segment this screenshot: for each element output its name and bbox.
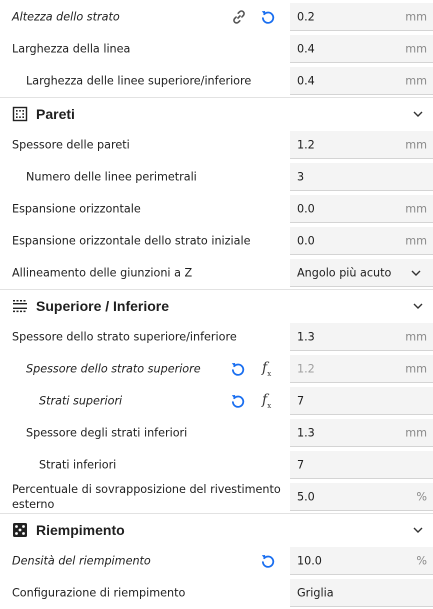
wall-thickness-value: 1.2 [297, 138, 315, 151]
top-bottom-icon [13, 300, 27, 313]
function-icon[interactable]: fx [262, 392, 271, 410]
wall-line-count-value: 3 [297, 170, 305, 183]
infill-density-unit: % [416, 554, 427, 567]
top-bottom-thickness-unit: mm [405, 330, 427, 343]
infill-pattern-value: Griglia [297, 586, 334, 599]
chevron-down-icon[interactable] [411, 299, 425, 313]
reset-icon[interactable] [230, 393, 246, 409]
bottom-layers-value: 7 [297, 458, 305, 471]
initial-layer-expansion-input[interactable]: 0.0 mm [290, 227, 433, 255]
layer-height-label: Altezza dello strato [12, 10, 120, 24]
setting-layer-height: Altezza dello strato 0.2 mm [0, 1, 433, 33]
setting-line-width: Larghezza della linea 0.4 mm [0, 33, 433, 65]
z-seam-alignment-label: Allineamento delle giunzioni a Z [12, 266, 193, 280]
setting-top-bottom-line-width: Larghezza delle linee superiore/inferior… [0, 65, 433, 97]
section-title-walls: Pareti [36, 106, 75, 122]
setting-skin-overlap: Percentuale di sovrapposizione del rives… [0, 481, 433, 513]
reset-icon[interactable] [260, 553, 276, 569]
infill-density-value: 10.0 [297, 554, 322, 567]
setting-top-thickness: Spessore dello strato superiore fx 1.2 m… [0, 353, 433, 385]
layer-height-unit: mm [405, 10, 427, 23]
setting-bottom-layers: Strati inferiori 7 [0, 449, 433, 481]
setting-z-seam-alignment: Allineamento delle giunzioni a Z Angolo … [0, 257, 433, 289]
infill-pattern-select[interactable]: Griglia [290, 579, 433, 607]
initial-layer-expansion-unit: mm [405, 234, 427, 247]
initial-layer-expansion-label: Espansione orizzontale dello strato iniz… [12, 234, 251, 248]
function-icon[interactable]: fx [262, 360, 271, 378]
top-thickness-label: Spessore dello strato superiore [26, 362, 201, 376]
walls-icon [12, 106, 28, 122]
setting-top-layers: Strati superiori fx 7 [0, 385, 433, 417]
horizontal-expansion-unit: mm [405, 202, 427, 215]
skin-overlap-input[interactable]: 5.0 % [290, 483, 433, 511]
infill-pattern-label: Configurazione di riempimento [12, 586, 186, 600]
setting-initial-layer-expansion: Espansione orizzontale dello strato iniz… [0, 225, 433, 257]
setting-wall-thickness: Spessore delle pareti 1.2 mm [0, 129, 433, 161]
z-seam-alignment-value: Angolo più acuto [297, 266, 392, 279]
initial-layer-expansion-value: 0.0 [297, 234, 315, 247]
top-thickness-input[interactable]: 1.2 mm [290, 355, 433, 383]
skin-overlap-label-line1: Percentuale di sovrapposizione del rives… [12, 483, 281, 496]
setting-top-bottom-thickness: Spessore dello strato superiore/inferior… [0, 321, 433, 353]
wall-thickness-unit: mm [405, 138, 427, 151]
skin-overlap-unit: % [416, 490, 427, 503]
top-bottom-thickness-label: Spessore dello strato superiore/inferior… [12, 330, 237, 344]
setting-infill-density: Densità del riempimento 10.0 % [0, 545, 433, 577]
wall-line-count-label: Numero delle linee perimetrali [26, 170, 197, 184]
chevron-down-icon [411, 270, 421, 276]
section-title-infill: Riempimento [36, 522, 125, 538]
wall-thickness-input[interactable]: 1.2 mm [290, 131, 433, 159]
infill-density-input[interactable]: 10.0 % [290, 547, 433, 575]
setting-wall-line-count: Numero delle linee perimetrali 3 [0, 161, 433, 193]
top-bottom-line-width-label: Larghezza delle linee superiore/inferior… [26, 74, 252, 88]
top-bottom-line-width-value: 0.4 [297, 74, 315, 87]
skin-overlap-label: Percentuale di sovrapposizione del rives… [12, 482, 281, 512]
line-width-input[interactable]: 0.4 mm [290, 35, 433, 63]
infill-density-label: Densità del riempimento [12, 554, 151, 568]
wall-thickness-label: Spessore delle pareti [12, 138, 130, 152]
section-header-walls[interactable]: Pareti [0, 97, 433, 130]
setting-infill-pattern: Configurazione di riempimento Griglia [0, 577, 433, 609]
top-layers-value: 7 [297, 394, 305, 407]
top-layers-label: Strati superiori [39, 394, 123, 408]
top-bottom-line-width-input[interactable]: 0.4 mm [290, 67, 433, 95]
line-width-unit: mm [405, 42, 427, 55]
top-bottom-line-width-unit: mm [405, 74, 427, 87]
bottom-thickness-label: Spessore degli strati inferiori [26, 426, 188, 440]
infill-icon [13, 523, 27, 537]
bottom-thickness-input[interactable]: 1.3 mm [290, 419, 433, 447]
horizontal-expansion-input[interactable]: 0.0 mm [290, 195, 433, 223]
reset-icon[interactable] [230, 361, 246, 377]
section-header-top-bottom[interactable]: Superiore / Inferiore [0, 289, 433, 322]
bottom-layers-input[interactable]: 7 [290, 451, 433, 479]
line-width-label: Larghezza della linea [12, 42, 131, 56]
chevron-down-icon[interactable] [411, 107, 425, 121]
top-bottom-thickness-input[interactable]: 1.3 mm [290, 323, 433, 351]
bottom-layers-label: Strati inferiori [39, 458, 117, 472]
bottom-thickness-value: 1.3 [297, 426, 315, 439]
section-header-infill[interactable]: Riempimento [0, 513, 433, 546]
reset-icon[interactable] [260, 9, 276, 25]
line-width-value: 0.4 [297, 42, 315, 55]
link-icon[interactable] [230, 8, 248, 26]
setting-horizontal-expansion: Espansione orizzontale 0.0 mm [0, 193, 433, 225]
layer-height-value: 0.2 [297, 10, 315, 23]
skin-overlap-label-line2: esterno [12, 498, 55, 511]
horizontal-expansion-label: Espansione orizzontale [12, 202, 141, 216]
horizontal-expansion-value: 0.0 [297, 202, 315, 215]
section-title-top-bottom: Superiore / Inferiore [36, 298, 170, 314]
wall-line-count-input[interactable]: 3 [290, 163, 433, 191]
top-bottom-thickness-value: 1.3 [297, 330, 315, 343]
top-thickness-value: 1.2 [297, 362, 315, 375]
top-layers-input[interactable]: 7 [290, 387, 433, 415]
z-seam-alignment-select[interactable]: Angolo più acuto [290, 259, 433, 287]
top-thickness-unit: mm [405, 362, 427, 375]
bottom-thickness-unit: mm [405, 426, 427, 439]
layer-height-input[interactable]: 0.2 mm [290, 3, 433, 31]
setting-bottom-thickness: Spessore degli strati inferiori 1.3 mm [0, 417, 433, 449]
skin-overlap-value: 5.0 [297, 490, 315, 503]
chevron-down-icon[interactable] [411, 523, 425, 537]
